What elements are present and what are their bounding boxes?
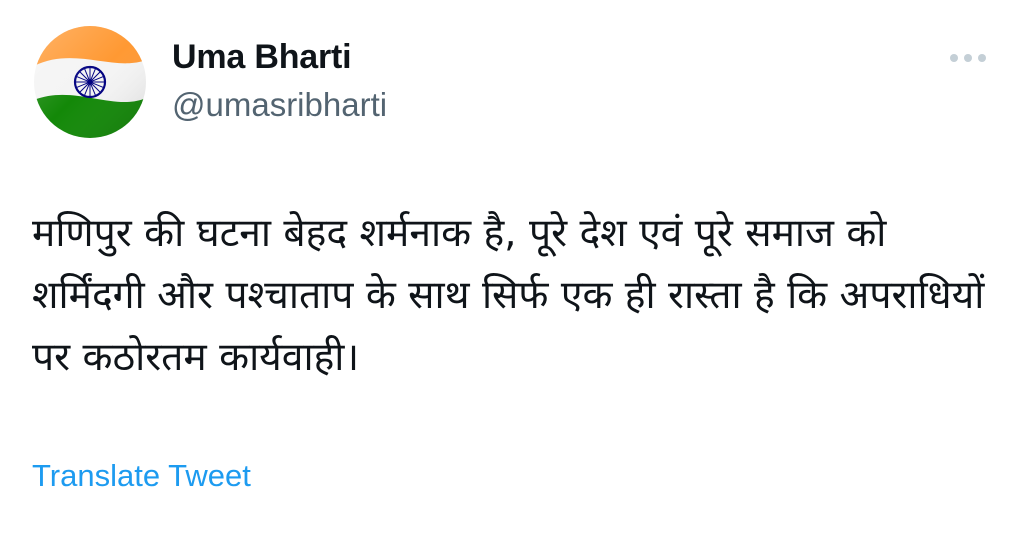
indian-flag-icon — [34, 26, 146, 138]
author-name[interactable]: Uma Bharti — [172, 38, 352, 77]
translate-tweet-link[interactable]: Translate Tweet — [32, 458, 251, 494]
author-handle[interactable]: @umasribharti — [172, 86, 387, 124]
more-options-button[interactable] — [944, 46, 992, 70]
avatar[interactable] — [34, 26, 146, 138]
more-options-icon — [950, 54, 986, 62]
tweet-text: मणिपुर की घटना बेहद शर्मनाक है, पूरे देश… — [32, 211, 985, 380]
tweet-card: Uma Bharti @umasribharti मणिपुर की घटना … — [0, 0, 1024, 537]
